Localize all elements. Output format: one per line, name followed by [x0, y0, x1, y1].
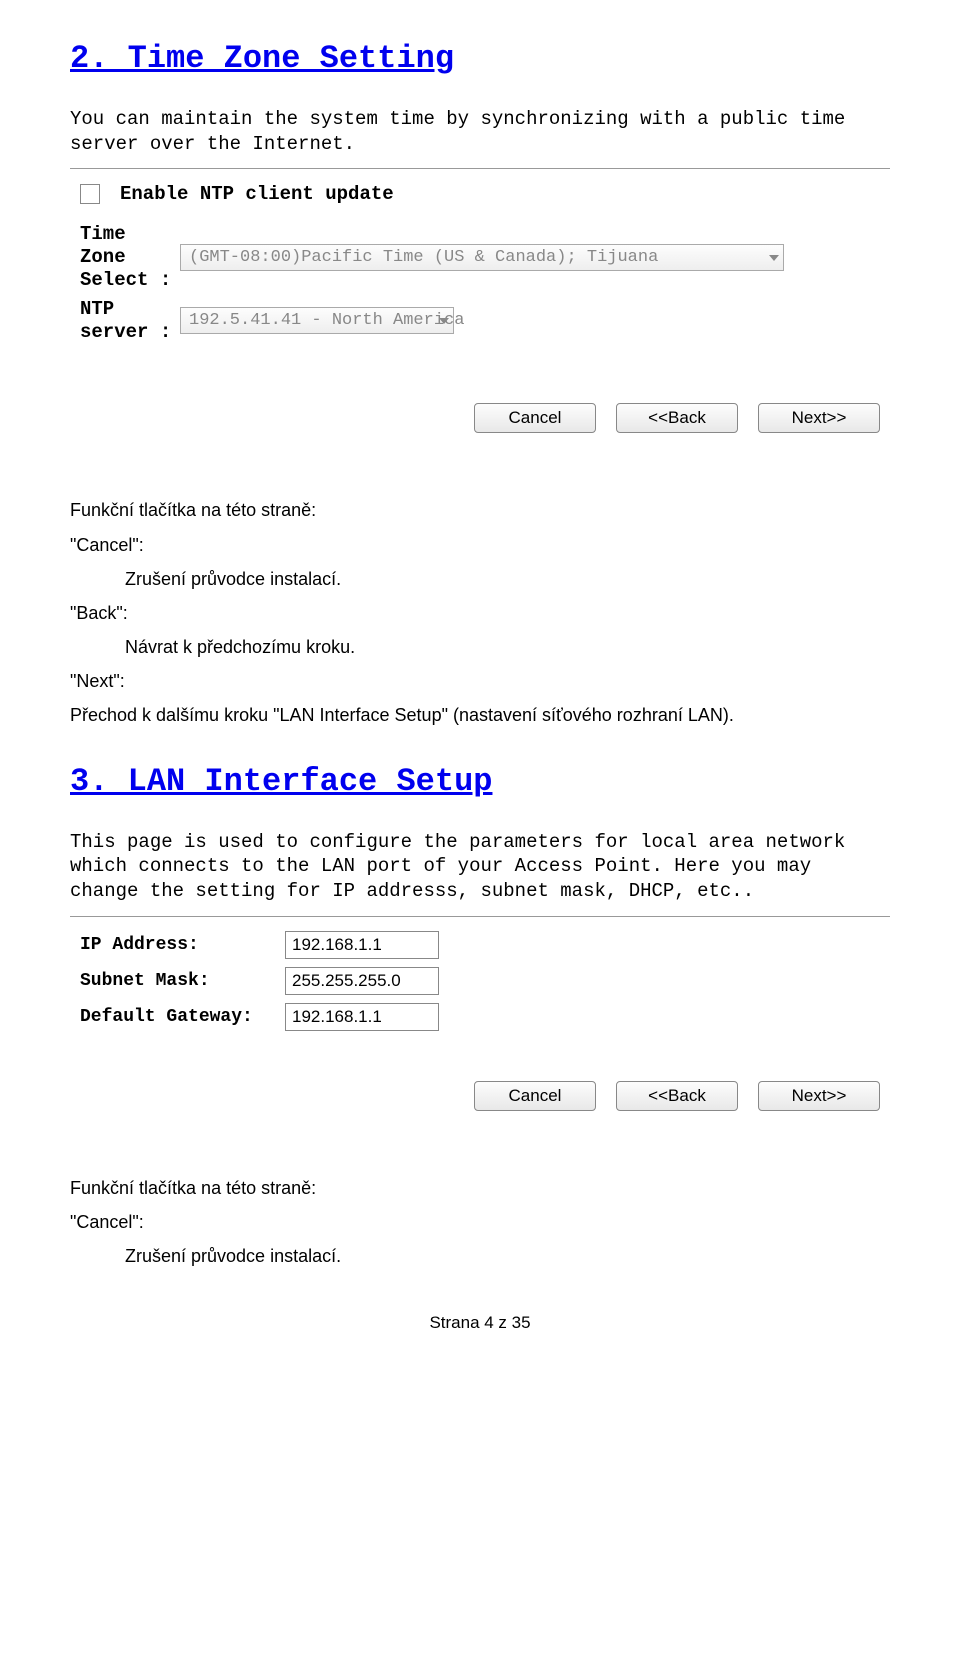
timezone-row: Time Zone Select : (GMT-08:00)Pacific Ti… [80, 223, 890, 291]
ip-row: IP Address: 192.168.1.1 [80, 931, 890, 959]
back-button[interactable]: <<Back [616, 403, 738, 433]
cz1-l3: Zrušení průvodce instalací. [125, 562, 890, 596]
cancel-button[interactable]: Cancel [474, 403, 596, 433]
enable-ntp-row: Enable NTP client update [80, 183, 890, 205]
back-button[interactable]: <<Back [616, 1081, 738, 1111]
section2-desc: You can maintain the system time by sync… [70, 107, 890, 156]
czech-block-2: Funkční tlačítka na této straně: "Cancel… [70, 1171, 890, 1274]
gateway-label: Default Gateway: [80, 1007, 285, 1027]
page-footer: Strana 4 z 35 [70, 1313, 890, 1333]
timezone-value: (GMT-08:00)Pacific Time (US & Canada); T… [189, 248, 658, 267]
timezone-label: Time Zone Select : [80, 223, 180, 291]
ntp-server-row: NTP server : 192.5.41.41 - North America [80, 298, 890, 344]
enable-ntp-label: Enable NTP client update [120, 183, 394, 205]
timezone-select[interactable]: (GMT-08:00)Pacific Time (US & Canada); T… [180, 244, 784, 271]
cz1-l1: Funkční tlačítka na této straně: [70, 493, 890, 527]
section3-title: 3. LAN Interface Setup [70, 763, 890, 800]
cz2-l3: Zrušení průvodce instalací. [125, 1239, 890, 1273]
section3-desc: This page is used to configure the param… [70, 830, 890, 904]
ip-label: IP Address: [80, 935, 285, 955]
gateway-input[interactable]: 192.168.1.1 [285, 1003, 439, 1031]
divider [70, 916, 890, 917]
mask-row: Subnet Mask: 255.255.255.0 [80, 967, 890, 995]
mask-input[interactable]: 255.255.255.0 [285, 967, 439, 995]
section2-title: 2. Time Zone Setting [70, 40, 890, 77]
cz1-l5: Návrat k předchozímu kroku. [125, 630, 890, 664]
mask-label: Subnet Mask: [80, 971, 285, 991]
ntp-server-value: 192.5.41.41 - North America [189, 311, 464, 330]
cz2-l1: Funkční tlačítka na této straně: [70, 1171, 890, 1205]
next-button[interactable]: Next>> [758, 1081, 880, 1111]
cz1-l6: "Next": [70, 664, 890, 698]
ip-input[interactable]: 192.168.1.1 [285, 931, 439, 959]
cz1-l2: "Cancel": [70, 528, 890, 562]
czech-block-1: Funkční tlačítka na této straně: "Cancel… [70, 493, 890, 732]
enable-ntp-checkbox[interactable] [80, 184, 100, 204]
gateway-row: Default Gateway: 192.168.1.1 [80, 1003, 890, 1031]
button-row-1: Cancel <<Back Next>> [70, 403, 880, 433]
cz1-l7: Přechod k dalšímu kroku "LAN Interface S… [70, 698, 890, 732]
divider [70, 168, 890, 169]
chevron-down-icon [769, 255, 779, 261]
button-row-2: Cancel <<Back Next>> [70, 1081, 880, 1111]
cz2-l2: "Cancel": [70, 1205, 890, 1239]
ntp-server-select[interactable]: 192.5.41.41 - North America [180, 307, 454, 334]
chevron-down-icon [439, 318, 449, 324]
cancel-button[interactable]: Cancel [474, 1081, 596, 1111]
cz1-l4: "Back": [70, 596, 890, 630]
ntp-server-label: NTP server : [80, 298, 180, 344]
next-button[interactable]: Next>> [758, 403, 880, 433]
